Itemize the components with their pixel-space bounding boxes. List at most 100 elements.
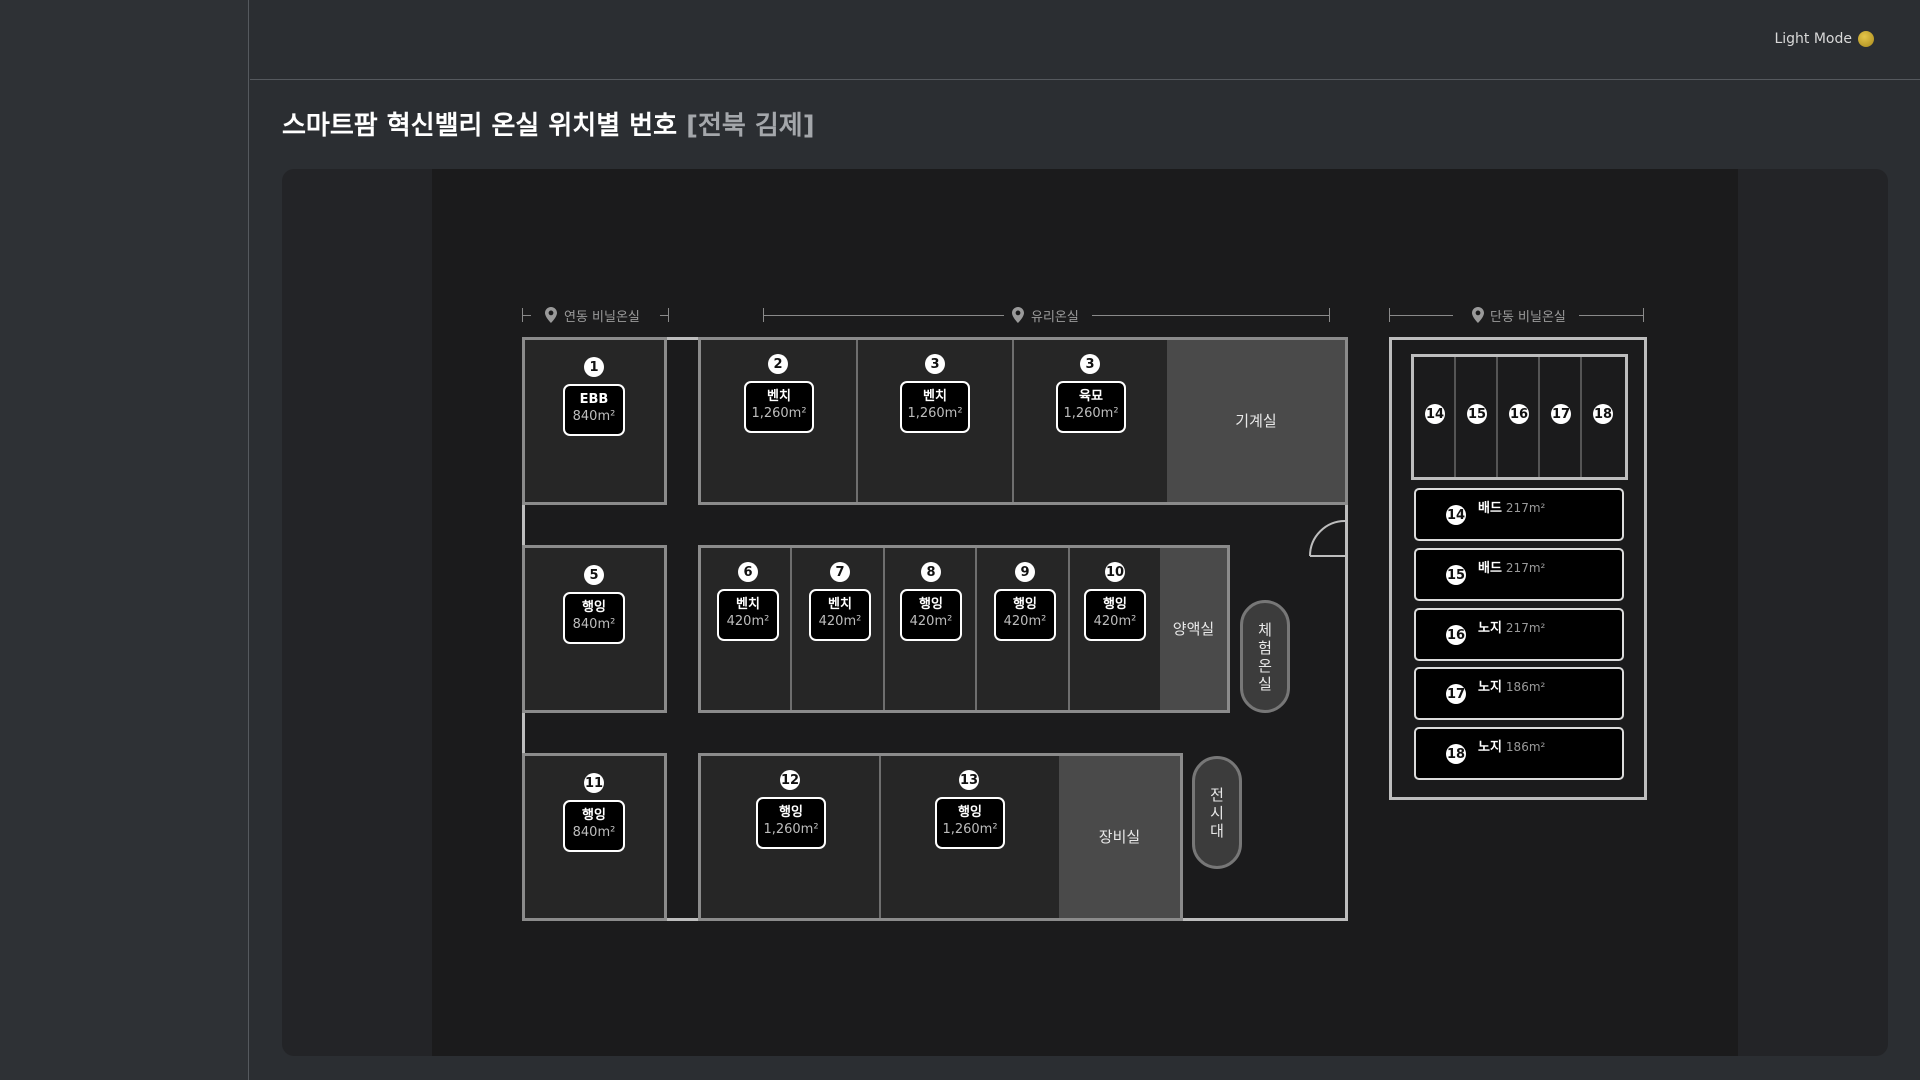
greenhouse-type: 행잉 [779,805,803,820]
dandong-strip-18[interactable]: 18 [1582,357,1625,477]
bed-area: 217m² [1505,561,1546,575]
equipment-room[interactable]: 장비실 [1059,756,1180,918]
greenhouse-info-box: 벤치 1,260m² [744,381,814,433]
greenhouse-5[interactable]: 5 행잉 840m² [522,545,667,713]
greenhouse-number-badge: 2 [768,354,788,374]
dandong-strip-15[interactable]: 15 [1456,357,1498,477]
glass-range-line [763,315,1004,316]
experience-greenhouse[interactable]: 체험온실 [1240,600,1290,713]
greenhouse-type: 행잉 [582,600,606,615]
bed-area: 217m² [1505,501,1546,515]
greenhouse-12[interactable]: 12 행잉 1,260m² [701,756,879,918]
top-bar: Light Mode [250,0,1920,80]
greenhouse-7[interactable]: 7 벤치 420m² [792,548,883,710]
greenhouse-number-badge: 6 [738,562,758,582]
greenhouse-info-box: 행잉 420m² [900,589,962,641]
greenhouse-info-box: 행잉 840m² [563,592,625,644]
bed-type: 노지 [1478,621,1502,636]
greenhouse-number-badge: 11 [584,773,604,793]
bed-area: 217m² [1505,621,1546,635]
greenhouse-number-badge: 3 [925,354,945,374]
display-stand[interactable]: 전시대 [1192,756,1242,869]
strip-number-badge: 14 [1425,404,1445,424]
greenhouse-8[interactable]: 8 행잉 420m² [885,548,975,710]
bed-label: 노지 217m² [1478,617,1545,636]
greenhouse-area: 1,260m² [1063,406,1119,421]
greenhouse-info-box: 행잉 420m² [1084,589,1146,641]
greenhouse-area: 420m² [1003,614,1047,629]
greenhouse-info-box: 행잉 420m² [994,589,1056,641]
greenhouse-type: 벤치 [736,597,760,612]
dandong-bed-14[interactable]: 14 배드 217m² [1414,488,1624,541]
map-panel: 연동 비닐온실 유리온실 단동 비닐온실 1 EBB 840m² 2 벤치 1,26… [282,169,1888,1056]
bed-number-badge: 16 [1446,625,1466,645]
dandong-strip-group: 14 15 16 17 18 [1411,354,1628,480]
greenhouse-10[interactable]: 10 행잉 420m² [1070,548,1160,710]
greenhouse-1[interactable]: 1 EBB 840m² [522,337,667,505]
glass-range-line [1092,315,1329,316]
dandong-range-line [1579,315,1644,316]
nutrient-room[interactable]: 양액실 [1160,548,1227,710]
greenhouse-number-badge: 5 [584,565,604,585]
greenhouse-type: 벤치 [923,389,947,404]
yeondong-range-tick [668,308,669,322]
greenhouse-info-box: EBB 840m² [563,384,625,436]
greenhouse-number-badge: 13 [959,770,979,790]
dandong-strip-16[interactable]: 16 [1498,357,1540,477]
map-pin-icon [1472,307,1484,323]
greenhouse-3-bench[interactable]: 3 벤치 1,260m² [858,340,1012,502]
glass-range-tick [1329,308,1330,322]
bed-type: 노지 [1478,740,1502,755]
strip-number-badge: 18 [1593,404,1613,424]
sidebar [0,0,249,1080]
map-pin-icon [1012,307,1024,323]
bed-label: 배드 217m² [1478,497,1545,516]
greenhouse-type: 행잉 [1013,597,1037,612]
bed-type: 배드 [1478,561,1502,576]
dandong-bed-18[interactable]: 18 노지 186m² [1414,727,1624,780]
dandong-bed-15[interactable]: 15 배드 217m² [1414,548,1624,601]
machine-room-label: 기계실 [1235,412,1277,430]
bed-label: 배드 217m² [1478,557,1545,576]
page-title: 스마트팜 혁신밸리 온실 위치별 번호 [전북 김제] [282,105,815,142]
greenhouse-area: 1,260m² [942,822,998,837]
greenhouse-type: 행잉 [582,808,606,823]
greenhouse-number-badge: 7 [830,562,850,582]
bed-label: 노지 186m² [1478,736,1545,755]
dandong-greenhouse: 14 15 16 17 18 14 배드 217m² 15 배드 217m² 16 … [1389,337,1647,800]
bed-area: 186m² [1505,740,1546,754]
dandong-range-tick [1643,308,1644,322]
page-title-region: [전북 김제] [686,111,815,141]
bed-number-badge: 15 [1446,565,1466,585]
greenhouse-number-badge: 8 [921,562,941,582]
greenhouse-info-box: 벤치 1,260m² [900,381,970,433]
greenhouse-area: 840m² [572,617,616,632]
map-pin-icon [545,307,557,323]
dandong-range-line [1389,315,1453,316]
nutrient-room-label: 양액실 [1172,620,1215,638]
greenhouse-area: 420m² [818,614,862,629]
dandong-bed-17[interactable]: 17 노지 186m² [1414,667,1624,720]
greenhouse-6[interactable]: 6 벤치 420m² [701,548,790,710]
greenhouse-type: 육묘 [1079,389,1103,404]
greenhouse-area: 420m² [1093,614,1137,629]
dandong-bed-16[interactable]: 16 노지 217m² [1414,608,1624,661]
greenhouse-info-box: 행잉 840m² [563,800,625,852]
greenhouse-11[interactable]: 11 행잉 840m² [522,753,667,921]
bed-area: 186m² [1505,680,1546,694]
greenhouse-number-badge: 3 [1080,354,1100,374]
greenhouse-13[interactable]: 13 행잉 1,260m² [881,756,1059,918]
greenhouse-type: 벤치 [828,597,852,612]
greenhouse-3-seedling[interactable]: 3 육묘 1,260m² [1014,340,1167,502]
greenhouse-area: 420m² [909,614,953,629]
experience-greenhouse-label: 체험온실 [1258,620,1272,693]
strip-number-badge: 16 [1509,404,1529,424]
greenhouse-9[interactable]: 9 행잉 420m² [977,548,1068,710]
dandong-strip-14[interactable]: 14 [1414,357,1456,477]
machine-room[interactable]: 기계실 [1167,340,1345,502]
light-mode-toggle[interactable]: Light Mode [1774,31,1874,47]
greenhouse-2[interactable]: 2 벤치 1,260m² [701,340,856,502]
dandong-strip-17[interactable]: 17 [1540,357,1582,477]
greenhouse-number-badge: 9 [1015,562,1035,582]
greenhouse-number-badge: 12 [780,770,800,790]
